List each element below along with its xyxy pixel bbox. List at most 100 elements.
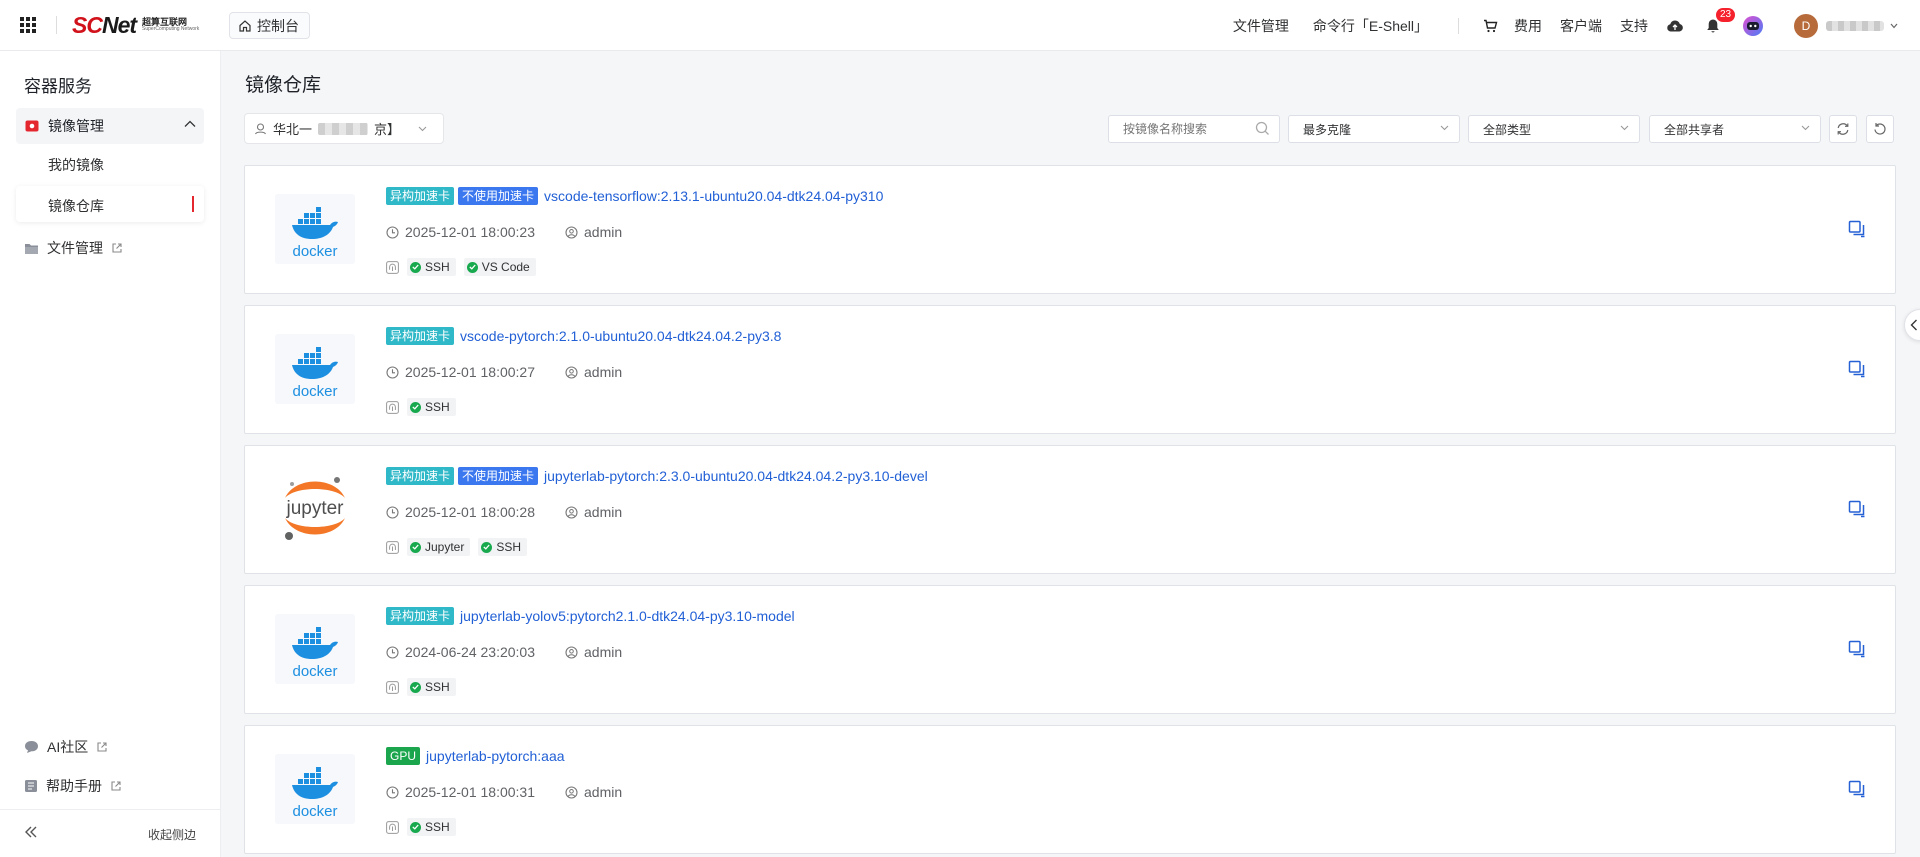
copy-icon[interactable] — [1848, 640, 1866, 658]
copy-icon[interactable] — [1848, 360, 1866, 378]
bell-icon[interactable]: 23 — [1706, 7, 1736, 34]
top-navbar: SC Net 超算互联网 SuperComputing Network 控制台 … — [0, 0, 1920, 51]
nav-file-manage[interactable]: 文件管理 — [1233, 16, 1289, 36]
user-icon — [565, 785, 578, 799]
copy-icon[interactable] — [1848, 220, 1866, 238]
feature-pill: VS Code — [463, 258, 536, 276]
accelerator-tag: 不使用加速卡 — [458, 187, 539, 206]
copy-icon[interactable] — [1848, 500, 1866, 518]
user-icon — [565, 645, 578, 659]
sidebar-item-label: 镜像仓库 — [48, 198, 104, 214]
user-icon — [565, 505, 578, 519]
image-owner: admin — [584, 364, 623, 380]
sidebar-item-help-manual[interactable]: 帮助手册 — [24, 776, 122, 796]
accelerator-tag: 异构加速卡 — [386, 187, 455, 206]
sidebar-item-file-manage[interactable]: 文件管理 — [24, 238, 123, 258]
cart-icon[interactable] — [1483, 19, 1498, 33]
refresh-button[interactable] — [1866, 115, 1894, 143]
image-card[interactable]: docker 异构加速卡 vscode-pytorch:2.1.0-ubuntu… — [244, 305, 1896, 434]
image-features: SSH VS Code — [386, 258, 536, 276]
image-card[interactable]: docker 异构加速卡 jupyterlab-yolov5:pytorch2.… — [244, 585, 1896, 714]
image-name[interactable]: jupyterlab-yolov5:pytorch2.1.0-dtk24.04-… — [460, 608, 795, 624]
clock-icon — [386, 225, 399, 239]
divider — [1458, 17, 1459, 34]
avatar[interactable]: D — [1794, 13, 1818, 38]
accelerator-tag: 不使用加速卡 — [458, 467, 539, 486]
console-button[interactable]: 控制台 — [229, 12, 310, 39]
external-link-icon — [111, 781, 121, 791]
page-title: 镜像仓库 — [245, 75, 322, 96]
chevron-left-icon — [1910, 319, 1917, 331]
fingerprint-icon — [386, 260, 399, 274]
scnet-logo[interactable]: SC Net 超算互联网 SuperComputing Network — [72, 12, 199, 38]
image-meta: 2024-06-24 23:20:03 admin — [386, 644, 622, 660]
sort-select[interactable]: 最多克隆 — [1288, 115, 1460, 143]
feature-pill: SSH — [407, 398, 456, 416]
chevron-down-icon[interactable] — [1890, 23, 1898, 29]
sidebar-item-my-images[interactable]: 我的镜像 — [48, 155, 104, 175]
check-circle-icon — [410, 821, 421, 833]
sidebar-group-image-manage[interactable]: 镜像管理 — [16, 108, 204, 144]
copy-icon[interactable] — [1848, 780, 1866, 798]
jupyter-logo-text: jupyter — [285, 498, 344, 519]
feature-label: SSH — [425, 820, 450, 834]
chevron-down-icon — [418, 126, 427, 131]
image-features: SSH — [386, 818, 456, 836]
refresh-icon — [1874, 123, 1886, 135]
clock-icon — [386, 785, 399, 799]
docker-logo-icon: docker — [292, 347, 338, 400]
book-icon — [25, 780, 37, 792]
image-meta: 2025-12-01 18:00:27 admin — [386, 364, 622, 380]
sidebar-item-label: 帮助手册 — [46, 778, 102, 794]
image-logo: docker — [275, 754, 355, 824]
search-icon[interactable] — [1255, 121, 1270, 136]
region-suffix: 京】 — [374, 122, 401, 137]
cloud-upload-icon[interactable] — [1666, 19, 1684, 33]
image-name[interactable]: vscode-tensorflow:2.13.1-ubuntu20.04-dtk… — [544, 188, 883, 204]
feature-label: SSH — [425, 400, 450, 414]
image-manage-icon — [25, 120, 39, 132]
image-card[interactable]: jupyter 异构加速卡 不使用加速卡 jupyterlab-pytorch:2… — [244, 445, 1896, 574]
chevron-up-icon[interactable] — [184, 120, 196, 128]
check-circle-icon — [410, 401, 421, 413]
sidebar-item-ai-community[interactable]: AI社区 — [24, 737, 108, 757]
feature-label: SSH — [425, 260, 450, 274]
fingerprint-icon — [386, 820, 399, 834]
nav-fees[interactable]: 费用 — [1514, 16, 1542, 36]
image-card[interactable]: docker GPU jupyterlab-pytorch:aaa 2025-1… — [244, 725, 1896, 854]
image-card[interactable]: docker 异构加速卡 不使用加速卡 vscode-tensorflow:2.1… — [244, 165, 1896, 294]
clock-icon — [386, 365, 399, 379]
collapse-label[interactable]: 收起侧边 — [148, 826, 196, 843]
sidebar-collapse-bar[interactable]: 收起侧边 — [0, 809, 220, 857]
image-name[interactable]: jupyterlab-pytorch:aaa — [426, 748, 565, 764]
sidebar-group-label: 镜像管理 — [48, 118, 104, 134]
folder-icon — [25, 243, 38, 254]
region-select[interactable]: 华北一 京】 — [244, 113, 444, 144]
sync-button[interactable] — [1829, 115, 1857, 143]
app-grid-icon[interactable] — [20, 17, 36, 33]
region-blurred — [318, 122, 369, 135]
nav-support[interactable]: 支持 — [1620, 16, 1648, 36]
image-tags: 异构加速卡 — [386, 327, 458, 346]
nav-client[interactable]: 客户端 — [1560, 16, 1602, 36]
side-drawer-toggle[interactable] — [1904, 309, 1920, 341]
clock-icon — [386, 645, 399, 659]
image-name[interactable]: vscode-pytorch:2.1.0-ubuntu20.04-dtk24.0… — [460, 328, 781, 344]
logo-net: Net — [101, 11, 137, 38]
docker-logo-text: docker — [292, 803, 337, 820]
ai-assistant-icon[interactable] — [1742, 15, 1764, 37]
image-owner: admin — [584, 644, 623, 660]
sidebar-item-image-repo[interactable]: 镜像仓库 — [16, 186, 204, 222]
type-select[interactable]: 全部类型 — [1468, 115, 1640, 143]
double-chevron-left-icon[interactable] — [24, 826, 38, 838]
sharer-select[interactable]: 全部共享者 — [1649, 115, 1821, 143]
chevron-down-icon — [1620, 125, 1629, 131]
image-logo: docker — [275, 194, 355, 264]
feature-label: Jupyter — [425, 540, 465, 554]
chat-icon — [25, 741, 38, 753]
nav-eshell[interactable]: 命令行「E-Shell」 — [1313, 16, 1428, 36]
image-name[interactable]: jupyterlab-pytorch:2.3.0-ubuntu20.04-dtk… — [544, 468, 928, 484]
chevron-down-icon — [1440, 125, 1449, 131]
docker-logo-text: docker — [292, 663, 337, 680]
accelerator-tag: GPU — [386, 747, 421, 766]
